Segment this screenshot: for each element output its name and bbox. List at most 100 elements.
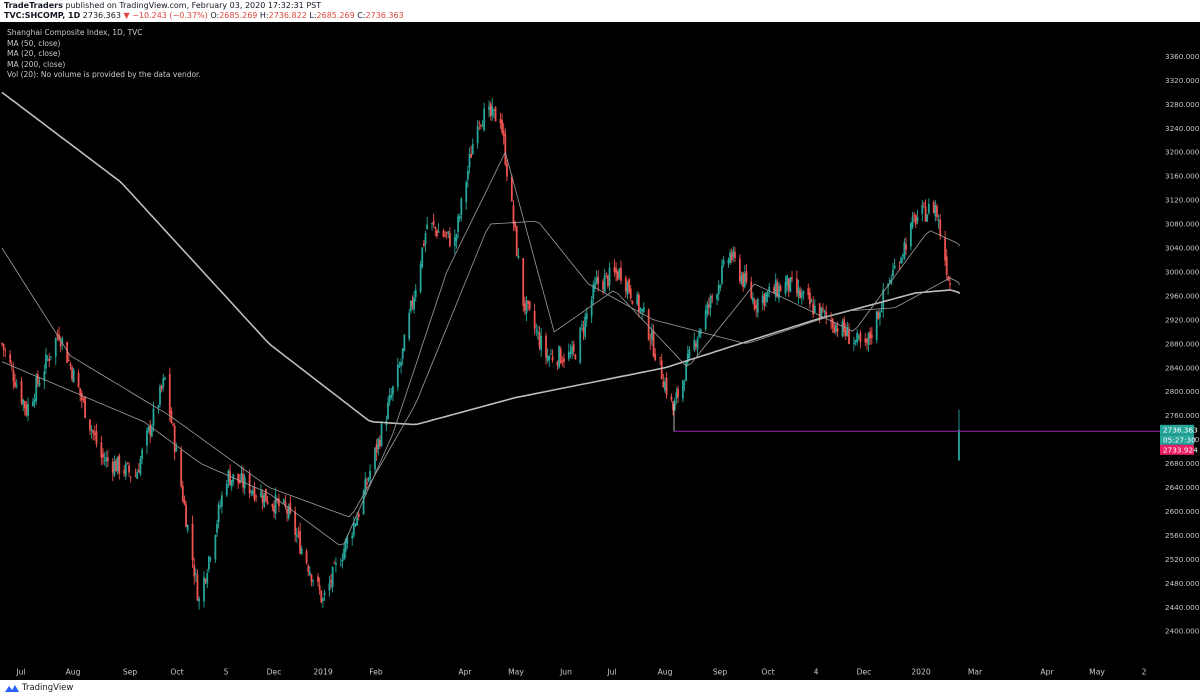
- high-label: H:: [259, 11, 269, 20]
- author-name[interactable]: TradeTraders: [4, 1, 63, 10]
- x-tick-label: Jun: [559, 668, 572, 677]
- candle: [932, 200, 935, 214]
- legend-volume: Vol (20): No volume is provided by the d…: [7, 70, 201, 80]
- y-tick-label: 2680.000: [1165, 459, 1200, 468]
- tradingview-logo-icon: [5, 684, 19, 692]
- footer-bar: TradingView: [0, 680, 1200, 698]
- legend-ma200: MA (200, close): [7, 59, 66, 69]
- open-value: 2685.269: [219, 11, 258, 20]
- candle: [185, 500, 187, 528]
- y-tick-label: 2480.000: [1165, 579, 1200, 588]
- candle: [522, 258, 525, 312]
- y-tick-label: 3120.000: [1165, 196, 1200, 205]
- high-value: 2736.822: [268, 11, 307, 20]
- y-tick-label: 3160.000: [1165, 172, 1200, 181]
- legend-ma50: MA (50, close): [7, 38, 61, 48]
- symbol-label: TVC:SHCOMP, 1D: [4, 11, 81, 20]
- candle: [263, 492, 266, 509]
- candle: [584, 312, 587, 340]
- x-tick-label: Dec: [267, 668, 282, 677]
- last-price: 2736.363: [82, 11, 121, 20]
- close-label: C:: [357, 11, 366, 20]
- x-tick-label: Dec: [857, 668, 872, 677]
- y-tick-label: 2600.000: [1165, 507, 1200, 516]
- y-tick-label: 3280.000: [1165, 100, 1200, 109]
- candle: [305, 548, 308, 565]
- candle: [84, 396, 86, 419]
- y-tick-label: 2960.000: [1165, 291, 1200, 300]
- candle: [320, 589, 323, 604]
- legend-title: Shanghai Composite Index, 1D, TVC: [7, 28, 143, 37]
- publish-header: TradeTraders published on TradingView.co…: [0, 0, 1200, 22]
- candle: [264, 488, 267, 502]
- y-tick-label: 2840.000: [1165, 363, 1200, 372]
- y-tick-label: 2640.000: [1165, 483, 1200, 492]
- candle: [408, 308, 411, 342]
- y-tick-label: 2440.000: [1165, 603, 1200, 612]
- y-tick-label: 3200.000: [1165, 148, 1200, 157]
- candle: [515, 225, 518, 257]
- tradingview-brand[interactable]: TradingView: [5, 683, 73, 693]
- price-change: ▼ −10.243 (−0.37%): [123, 11, 208, 20]
- x-tick-label: 2: [1142, 668, 1147, 677]
- y-tick-label: 2400.000: [1165, 627, 1200, 636]
- candle: [71, 365, 73, 382]
- candle: [559, 346, 562, 365]
- svg-text:2736.363: 2736.363: [1163, 425, 1198, 434]
- candle: [910, 221, 912, 251]
- candle: [35, 373, 38, 406]
- countdown-tag: 05:27:30: [1160, 434, 1196, 445]
- x-tick-label: 5: [224, 668, 229, 677]
- chart-legend: Shanghai Composite Index, 1D, TVC MA (50…: [7, 28, 201, 81]
- publish-info: TradeTraders published on TradingView.co…: [4, 1, 321, 11]
- price-chart[interactable]: 2400.000 2440.000 2480.000 2520.000 2560.000…: [0, 22, 1200, 680]
- candle: [647, 308, 650, 341]
- candle: [421, 247, 424, 269]
- candle: [380, 421, 383, 448]
- publish-date: published on TradingView.com, February 0…: [65, 1, 322, 10]
- candle: [494, 106, 497, 122]
- candle: [419, 260, 422, 294]
- candle: [20, 377, 23, 406]
- y-tick-label: 2800.000: [1165, 387, 1200, 396]
- candle: [628, 277, 631, 294]
- x-tick-label: Apr: [458, 668, 472, 677]
- y-tick-label: 2880.000: [1165, 339, 1200, 348]
- candle: [139, 455, 142, 477]
- candle: [738, 254, 741, 285]
- y-tick-label: 2760.000: [1165, 411, 1200, 420]
- candle: [926, 213, 929, 222]
- last-price-tag: 2736.363: [1160, 424, 1198, 435]
- candle: [214, 534, 217, 563]
- svg-text:05:27:30: 05:27:30: [1163, 435, 1196, 444]
- x-tick-label: 4: [814, 668, 819, 677]
- candle: [168, 367, 171, 422]
- open-label: O:: [210, 11, 220, 20]
- x-tick-label: Feb: [369, 668, 383, 677]
- x-tick-label: Oct: [761, 668, 774, 677]
- candle: [72, 368, 75, 383]
- y-tick-label: 2520.000: [1165, 555, 1200, 564]
- candle: [631, 300, 634, 305]
- y-tick-label: 3360.000: [1165, 52, 1200, 61]
- x-tick-label: Sep: [713, 668, 727, 677]
- y-tick-label: 3080.000: [1165, 220, 1200, 229]
- x-tick-label: May: [1089, 668, 1105, 677]
- x-tick-label: Sep: [123, 668, 137, 677]
- brand-text: TradingView: [22, 683, 74, 693]
- x-tick-label: Jul: [15, 668, 25, 677]
- x-tick-label: May: [508, 668, 524, 677]
- candle: [403, 333, 406, 352]
- candle: [579, 326, 582, 365]
- x-tick-label: Oct: [170, 668, 183, 677]
- candle: [875, 310, 878, 344]
- y-tick-label: 3320.000: [1165, 76, 1200, 85]
- candle: [180, 446, 183, 489]
- x-tick-label: 2019: [313, 668, 332, 677]
- legend-ma20: MA (20, close): [7, 49, 61, 59]
- low-value: 2685.269: [316, 11, 355, 20]
- candle: [789, 276, 792, 293]
- line-price-tag: 2733.924: [1160, 444, 1198, 455]
- x-tick-label: Jul: [606, 668, 616, 677]
- y-tick-label: 2560.000: [1165, 531, 1200, 540]
